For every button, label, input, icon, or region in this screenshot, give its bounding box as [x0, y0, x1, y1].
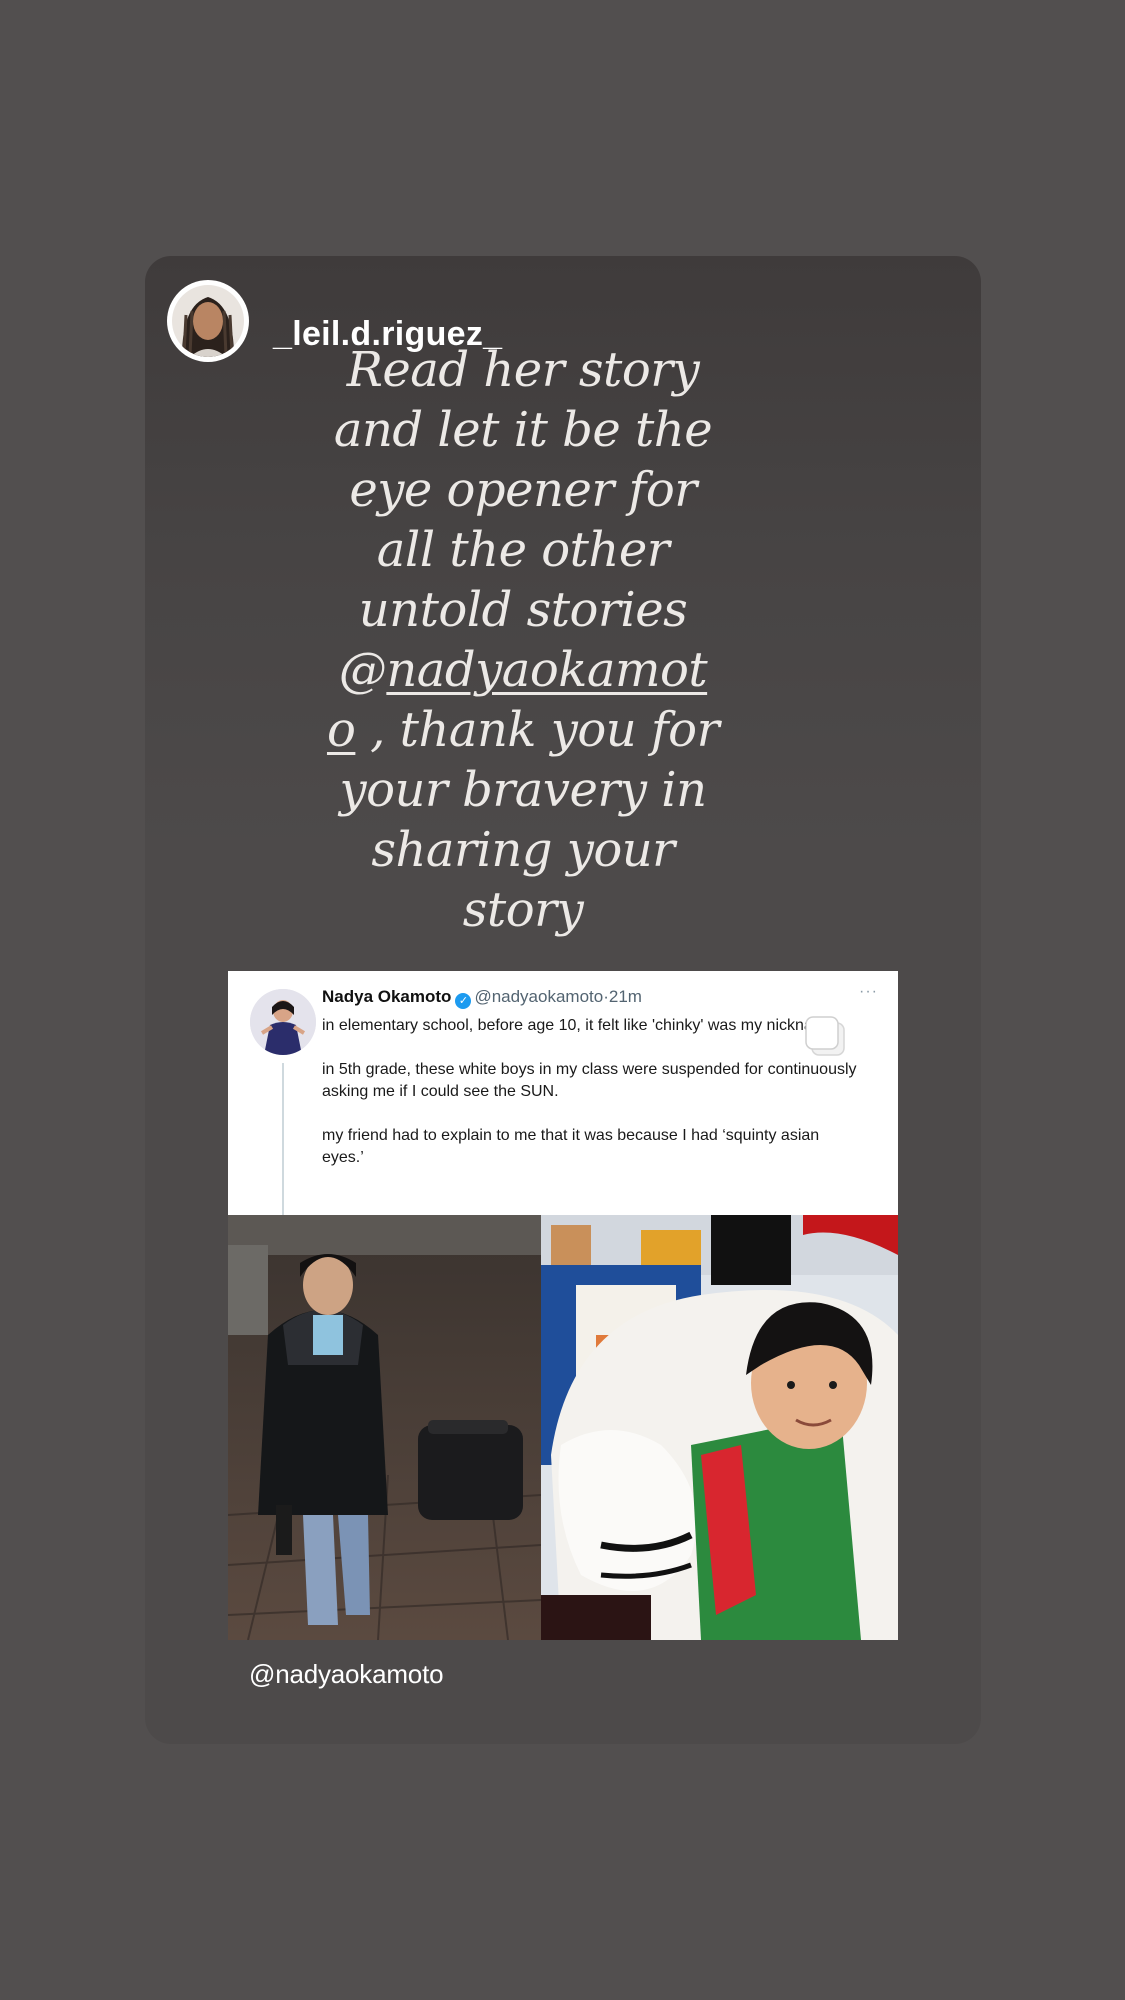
story-screen: _leil.d.riguez_ Read her story and let i…	[0, 0, 1125, 2000]
tweet-author-name: Nadya Okamoto	[322, 987, 452, 1006]
tweet-text: in elementary school, before age 10, it …	[322, 1015, 862, 1191]
copy-icon	[802, 1013, 850, 1061]
photo-mascot	[541, 1215, 898, 1640]
tweet-screenshot: Nadya Okamoto ✓ @nadyaokamoto·21m ··· in e…	[228, 971, 898, 1215]
caption-line: your bravery in	[339, 762, 707, 818]
caption-line: and let it be the	[333, 402, 713, 458]
caption-line: all the other	[376, 522, 670, 578]
story-caption: Read her story and let it be the eye ope…	[313, 340, 733, 940]
caption-mention-link[interactable]: nadyaokamot	[386, 642, 707, 698]
more-icon: ···	[859, 983, 878, 1000]
avatar[interactable]	[167, 280, 249, 362]
caption-mention-line-2: o , thank you for	[313, 700, 733, 760]
photo-airport	[228, 1215, 541, 1640]
avatar-photo	[172, 285, 244, 357]
caption-text: , thank you for	[355, 702, 720, 758]
mention-sticker[interactable]: @nadyaokamoto	[249, 1659, 444, 1690]
mention-at: @	[338, 642, 387, 698]
story-card[interactable]: _leil.d.riguez_ Read her story and let i…	[145, 256, 981, 1744]
tweet-header: Nadya Okamoto ✓ @nadyaokamoto·21m	[322, 987, 642, 1009]
thread-line	[282, 1063, 284, 1215]
caption-line: story	[462, 882, 584, 938]
tweet-photos	[228, 1215, 898, 1640]
tweet-paragraph: my friend had to explain to me that it w…	[322, 1127, 820, 1166]
tweet-handle: @nadyaokamoto	[474, 987, 604, 1006]
caption-mention-link-cont[interactable]: o	[327, 702, 356, 758]
tweet-paragraph: in 5th grade, these white boys in my cla…	[322, 1061, 857, 1100]
tweet-time: ·21m	[603, 987, 642, 1006]
caption-line: sharing your	[371, 822, 675, 878]
caption-line: Read her story	[346, 342, 700, 398]
tweet-paragraph: in elementary school, before age 10, it …	[322, 1017, 840, 1034]
caption-mention-line: @nadyaokamot	[313, 640, 733, 700]
verified-badge-icon: ✓	[455, 993, 472, 1009]
caption-line: untold stories	[358, 582, 688, 638]
tweet-avatar	[250, 989, 316, 1055]
caption-line: eye opener for	[349, 462, 697, 518]
